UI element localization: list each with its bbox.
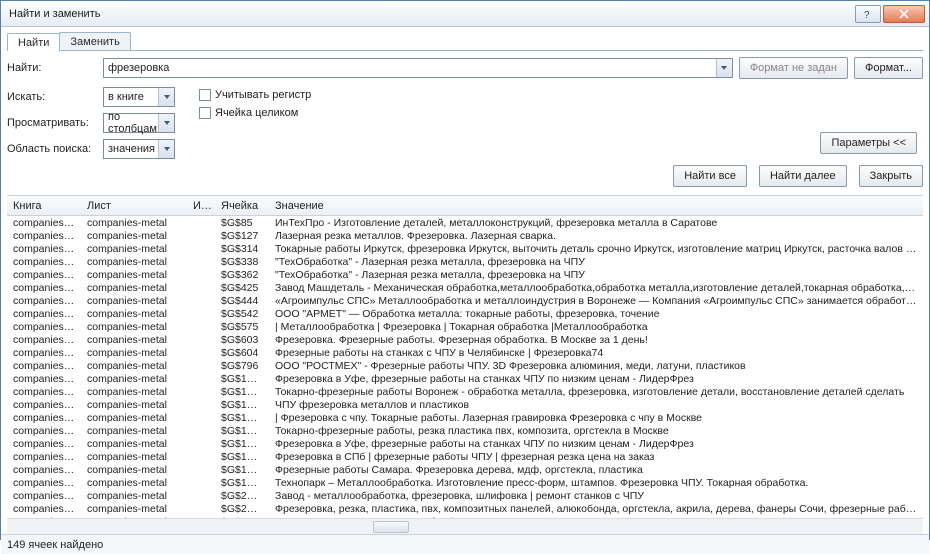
status-text: 149 ячеек найдено [7, 539, 103, 551]
status-bar: 149 ячеек найдено [1, 534, 929, 554]
search-scope-combo[interactable]: в книге [103, 87, 175, 107]
svg-text:?: ? [864, 10, 870, 20]
format-not-set-button[interactable]: Формат не задан [739, 57, 848, 79]
table-row[interactable]: companies.xlsxcompanies-metal$G$1631Фрез… [7, 437, 923, 450]
checkbox-icon [199, 107, 211, 119]
window-close-button[interactable] [883, 5, 925, 23]
find-all-button[interactable]: Найти все [673, 165, 747, 187]
horizontal-scrollbar[interactable] [7, 518, 923, 534]
table-row[interactable]: companies.xlsxcompanies-metal$G$1847Техн… [7, 476, 923, 489]
col-value[interactable]: Значение [269, 200, 923, 212]
results-header: Книга Лист Имя Ячейка Значение [7, 196, 923, 216]
tab-replace[interactable]: Заменить [59, 32, 130, 50]
parameters-button[interactable]: Параметры << [820, 132, 917, 154]
table-row[interactable]: companies.xlsxcompanies-metal$G$604Фрезе… [7, 346, 923, 359]
table-row[interactable]: companies.xlsxcompanies-metal$G$1356Тока… [7, 385, 923, 398]
table-row[interactable]: companies.xlsxcompanies-metal$G$1589Тока… [7, 424, 923, 437]
table-row[interactable]: companies.xlsxcompanies-metal$G$603Фрезе… [7, 333, 923, 346]
table-row[interactable]: companies.xlsxcompanies-metal$G$1541ЧПУ … [7, 398, 923, 411]
tab-find[interactable]: Найти [7, 33, 60, 51]
find-label: Найти: [7, 62, 103, 74]
col-book[interactable]: Книга [7, 200, 81, 212]
chevron-down-icon [158, 140, 174, 158]
table-row[interactable]: companies.xlsxcompanies-metal$G$127Лазер… [7, 229, 923, 242]
search-area-combo[interactable]: значения [103, 139, 175, 159]
table-row[interactable]: companies.xlsxcompanies-metal$G$1551| Фр… [7, 411, 923, 424]
help-button[interactable]: ? [855, 5, 881, 23]
results-grid[interactable]: companies.xlsxcompanies-metal$G$85ИнТехП… [7, 216, 923, 518]
table-row[interactable]: companies.xlsxcompanies-metal$G$85ИнТехП… [7, 216, 923, 229]
table-row[interactable]: companies.xlsxcompanies-metal$G$796ООО "… [7, 359, 923, 372]
scan-order-label: Просматривать: [7, 117, 103, 129]
title-bar: Найти и заменить ? [1, 1, 929, 27]
whole-cell-checkbox[interactable]: Ячейка целиком [199, 107, 311, 119]
table-row[interactable]: companies.xlsxcompanies-metal$G$575| Мет… [7, 320, 923, 333]
table-row[interactable]: companies.xlsxcompanies-metal$G$338"ТехО… [7, 255, 923, 268]
search-area-label: Область поиска: [7, 143, 103, 155]
find-dropdown-arrow[interactable] [716, 59, 732, 77]
table-row[interactable]: companies.xlsxcompanies-metal$G$2434Фрез… [7, 502, 923, 515]
window-title: Найти и заменить [5, 8, 853, 20]
search-scope-label: Искать: [7, 91, 103, 103]
format-button[interactable]: Формат... [854, 57, 923, 79]
find-input[interactable]: фрезеровка [103, 58, 733, 78]
checkbox-icon [199, 89, 211, 101]
chevron-down-icon [158, 88, 174, 106]
find-input-value: фрезеровка [108, 62, 169, 74]
scrollbar-thumb[interactable] [373, 521, 409, 533]
table-row[interactable]: companies.xlsxcompanies-metal$G$362"ТехО… [7, 268, 923, 281]
table-row[interactable]: companies.xlsxcompanies-metal$G$1064Фрез… [7, 372, 923, 385]
table-row[interactable]: companies.xlsxcompanies-metal$G$2362Заво… [7, 489, 923, 502]
table-row[interactable]: companies.xlsxcompanies-metal$G$542ООО "… [7, 307, 923, 320]
table-row[interactable]: companies.xlsxcompanies-metal$G$425Завод… [7, 281, 923, 294]
col-cell[interactable]: Ячейка [215, 200, 269, 212]
scan-order-combo[interactable]: по столбцам [103, 113, 175, 133]
match-case-checkbox[interactable]: Учитывать регистр [199, 89, 311, 101]
table-row[interactable]: companies.xlsxcompanies-metal$G$444«Агро… [7, 294, 923, 307]
find-next-button[interactable]: Найти далее [759, 165, 847, 187]
close-button[interactable]: Закрыть [859, 165, 923, 187]
table-row[interactable]: companies.xlsxcompanies-metal$G$1708Фрез… [7, 463, 923, 476]
table-row[interactable]: companies.xlsxcompanies-metal$G$1634Фрез… [7, 450, 923, 463]
table-row[interactable]: companies.xlsxcompanies-metal$G$314Токар… [7, 242, 923, 255]
tab-bar: Найти Заменить [7, 31, 923, 51]
col-sheet[interactable]: Лист [81, 200, 187, 212]
col-name[interactable]: Имя [187, 200, 215, 212]
chevron-down-icon [158, 114, 174, 132]
